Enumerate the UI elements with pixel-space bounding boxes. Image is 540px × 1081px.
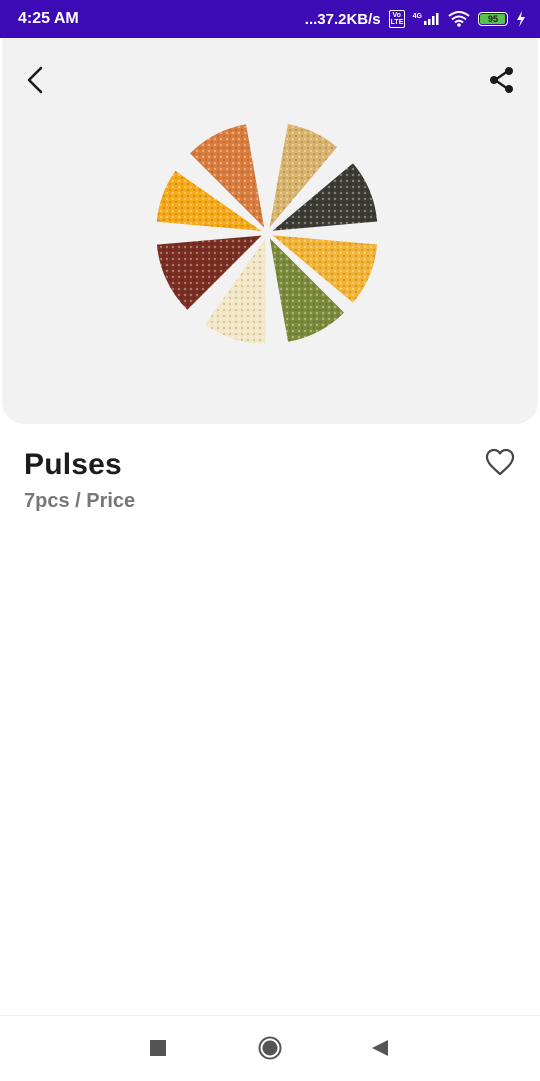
wifi-icon	[448, 11, 470, 27]
signal-bars-icon	[424, 13, 439, 25]
back-button[interactable]	[18, 62, 54, 98]
share-icon	[490, 67, 513, 93]
pulses-pie-image	[156, 124, 378, 344]
status-bar: 4:25 AM ...37.2KB/s Vo LTE 4G 95	[0, 0, 540, 38]
system-back-button[interactable]	[370, 1038, 390, 1058]
product-subtitle: 7pcs / Price	[24, 490, 136, 512]
network-speed: ...37.2KB/s	[304, 10, 381, 28]
product-title: Pulses	[24, 448, 122, 481]
signal-icon: 4G	[413, 13, 440, 25]
recents-button[interactable]	[150, 1040, 166, 1056]
network-type: 4G	[412, 13, 422, 20]
home-button[interactable]	[258, 1036, 282, 1060]
volte-badge: Vo LTE	[388, 10, 405, 28]
battery-level: 95	[487, 14, 498, 24]
navigation-bar	[0, 1015, 540, 1081]
battery-icon: 95	[478, 12, 508, 26]
status-indicators: ...37.2KB/s Vo LTE 4G 95	[305, 10, 526, 28]
status-time: 4:25 AM	[18, 10, 79, 27]
heart-outline-icon	[485, 448, 515, 476]
share-button[interactable]	[484, 62, 520, 98]
product-image-panel	[2, 38, 538, 424]
charging-icon	[517, 11, 525, 27]
favorite-button[interactable]	[484, 446, 516, 478]
back-arrow-icon	[27, 66, 43, 94]
